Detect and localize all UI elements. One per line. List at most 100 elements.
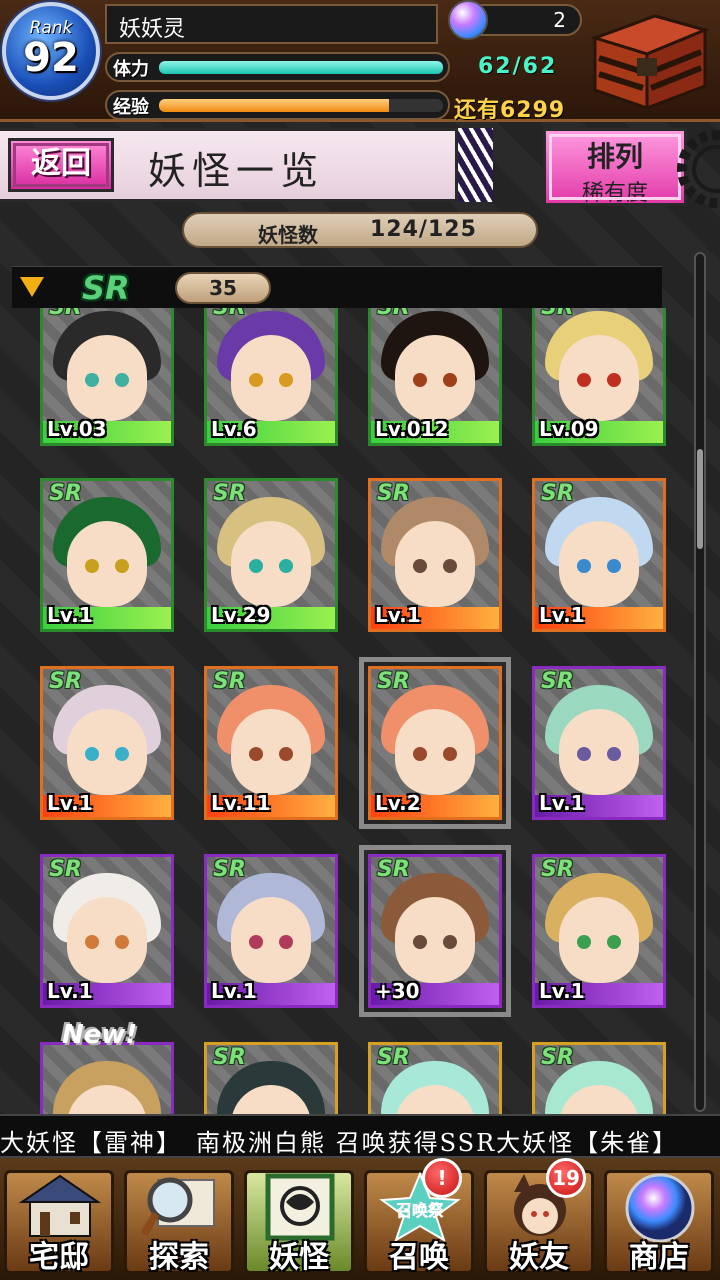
yokai-card[interactable]: SR Lv.6 (204, 308, 338, 446)
portrait-eye (115, 373, 129, 387)
level-label: Lv.1 (539, 979, 585, 1003)
level-label: Lv.1 (47, 603, 93, 627)
exp-label: 经验 (113, 97, 149, 118)
rarity-tag: SR (213, 308, 246, 320)
exp-fill (159, 99, 390, 112)
yokai-card[interactable]: SR Lv.1 (40, 854, 174, 1008)
portrait-face (67, 709, 147, 795)
nav-summon[interactable]: 召唤祭 召唤 ! (360, 1158, 478, 1276)
portrait-eye (279, 747, 293, 761)
level-label: Lv.1 (539, 791, 585, 815)
portrait-face (559, 897, 639, 983)
yokai-card[interactable]: SR Lv.1 (532, 478, 666, 632)
yokai-card[interactable]: SR Lv.29 (204, 478, 338, 632)
portrait-face (67, 521, 147, 607)
rarity-tag: SR (541, 481, 574, 506)
portrait-face (231, 335, 311, 421)
scroll-thumb[interactable] (697, 449, 703, 549)
portrait-eye (413, 935, 427, 949)
status-bar: Rank 92 妖妖灵 2 体力 62/62 经验 还有6299 (0, 0, 720, 123)
treasure-chest-icon[interactable] (585, 8, 711, 112)
yokai-card[interactable]: SR +30 (359, 845, 511, 1017)
rarity-tag: SR (213, 857, 246, 882)
yokai-card[interactable]: SR Lv.1 (368, 478, 502, 632)
collapse-arrow-icon[interactable] (20, 277, 44, 297)
title-stripes (455, 128, 493, 202)
portrait-eye (443, 373, 457, 387)
nav-yokai[interactable]: 妖怪 (240, 1164, 358, 1276)
rarity-tag: SR (377, 669, 410, 694)
yokai-card[interactable] (40, 1042, 174, 1114)
nav-explore-label: 探索 (149, 1240, 209, 1275)
rarity-tag: SR (541, 857, 574, 882)
yokai-card[interactable]: SR Lv.03 (40, 308, 174, 446)
portrait-eye (443, 747, 457, 761)
portrait-eye (413, 559, 427, 573)
level-label: +30 (375, 979, 420, 1003)
nav-shop-label: 商店 (629, 1240, 689, 1275)
yokai-card[interactable]: SR Lv.09 (532, 308, 666, 446)
level-label: Lv.03 (47, 417, 107, 441)
stamina-fill (159, 61, 443, 74)
summon-art-text: 召唤祭 (396, 1201, 445, 1220)
level-label: Lv.11 (211, 791, 271, 815)
gem-orb-icon (448, 0, 488, 40)
rarity-group-header[interactable]: SR 35 (12, 266, 662, 308)
nav-friends[interactable]: 妖友 19 (480, 1158, 598, 1276)
count-label: 妖怪数 (258, 223, 318, 247)
sort-value: 稀有度 (581, 181, 648, 206)
portrait-eye (577, 935, 591, 949)
app-screen: { "player": { "rank_label": "Rank", "ran… (0, 0, 720, 1280)
yokai-card[interactable]: SR Lv.1 (204, 854, 338, 1008)
news-ticker: 大妖怪【雷神】 南极洲白熊 召唤获得SSR大妖怪【朱雀】 (0, 1114, 720, 1158)
nav-yokai-label: 妖怪 (269, 1240, 329, 1275)
portrait-eye (413, 373, 427, 387)
rarity-tag: SR (377, 1045, 410, 1070)
nav-explore[interactable]: 探索 (120, 1164, 238, 1276)
yokai-card[interactable]: SR (368, 1042, 502, 1114)
rarity-tag: SR (49, 481, 82, 506)
yokai-card[interactable]: SR Lv.11 (204, 666, 338, 820)
group-rarity: SR (82, 269, 130, 307)
portrait-face (395, 709, 475, 795)
portrait-eye (443, 935, 457, 949)
portrait-eye (249, 935, 263, 949)
portrait-eye (85, 373, 99, 387)
sort-button[interactable]: 排列 稀有度 (543, 128, 687, 206)
yokai-card[interactable]: SR Lv.1 (532, 854, 666, 1008)
nav-home-label: 宅邸 (29, 1240, 89, 1275)
level-label: Lv.2 (375, 791, 421, 815)
yokai-card[interactable]: SR (204, 1042, 338, 1114)
portrait-eye (577, 373, 591, 387)
back-button[interactable]: 返回 (8, 138, 114, 192)
stamina-value: 62/62 (478, 54, 558, 79)
portrait-eye (279, 935, 293, 949)
nav-home[interactable]: 宅邸 (0, 1164, 118, 1276)
rarity-tag: SR (213, 481, 246, 506)
yokai-card[interactable]: SR Lv.2 (359, 657, 511, 829)
level-label: Lv.09 (539, 417, 599, 441)
yokai-portrait (43, 1045, 171, 1114)
scrollbar[interactable] (694, 252, 706, 1112)
portrait-face (559, 335, 639, 421)
rank-badge: Rank 92 (2, 2, 100, 100)
rarity-tag: SR (541, 308, 574, 320)
yokai-card[interactable]: SR Lv.1 (40, 666, 174, 820)
nav-shop[interactable]: 商店 (600, 1164, 718, 1276)
group-count: 35 (175, 272, 271, 304)
yokai-count: 妖怪数 124/125 (182, 212, 538, 248)
level-label: Lv.1 (47, 979, 93, 1003)
rarity-tag: SR (541, 669, 574, 694)
portrait-face (67, 335, 147, 421)
yokai-card[interactable]: SR (532, 1042, 666, 1114)
yokai-card[interactable]: SR Lv.012 (368, 308, 502, 446)
rarity-tag: SR (213, 1045, 246, 1070)
yokai-card[interactable]: SR Lv.1 (532, 666, 666, 820)
gear-icon (677, 130, 720, 208)
stamina-label: 体力 (113, 59, 149, 80)
yokai-card[interactable]: SR Lv.1 (40, 478, 174, 632)
portrait-eye (607, 747, 621, 761)
portrait-eye (607, 935, 621, 949)
exp-track (159, 99, 443, 112)
rarity-tag: SR (49, 857, 82, 882)
